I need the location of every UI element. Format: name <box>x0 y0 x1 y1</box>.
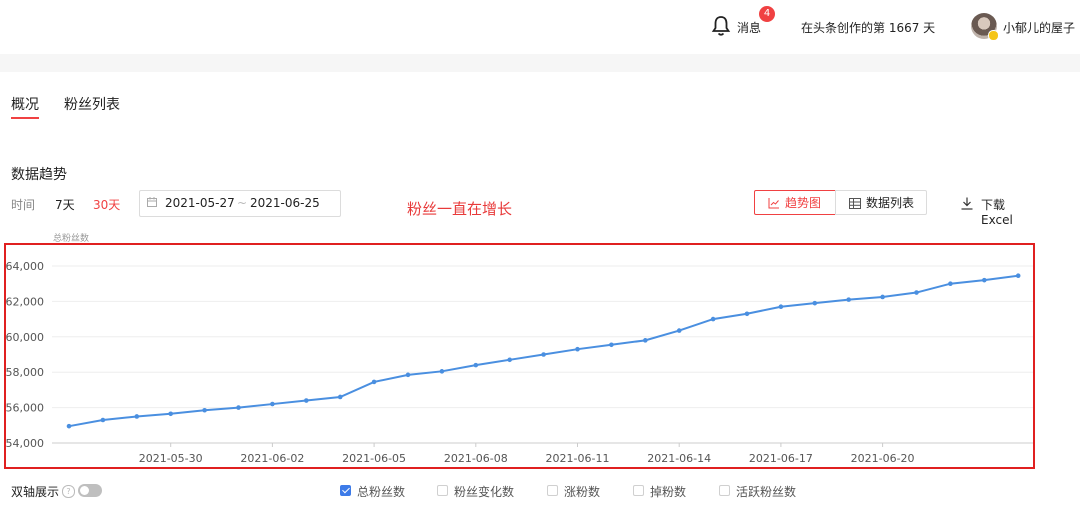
date-range-picker[interactable]: 2021-05-27 ~ 2021-06-25 <box>139 190 341 217</box>
range-7-days[interactable]: 7天 <box>55 196 75 213</box>
metric-checkbox-lost-fans[interactable] <box>633 485 644 496</box>
data-list-label: 数据列表 <box>866 196 915 210</box>
tab-fan-list[interactable]: 粉丝列表 <box>64 94 120 114</box>
header-divider <box>0 54 1080 72</box>
trend-chart-label: 趋势图 <box>785 196 822 210</box>
date-start: 2021-05-27 <box>165 196 235 210</box>
line-chart-icon <box>768 198 779 209</box>
tab-overview[interactable]: 概况 <box>11 94 39 114</box>
range-30-days[interactable]: 30天 <box>93 196 120 213</box>
calendar-icon <box>147 197 157 207</box>
bell-icon[interactable] <box>711 15 731 37</box>
annotation-text: 粉丝一直在增长 <box>407 200 513 218</box>
metric-checkbox-active-fans[interactable] <box>719 485 730 496</box>
download-icon <box>961 197 973 210</box>
metric-label-new-fans[interactable]: 涨粉数 <box>564 483 600 500</box>
messages-link[interactable]: 消息 <box>737 19 761 36</box>
highlight-frame <box>4 243 1035 469</box>
active-tab-indicator <box>11 117 39 119</box>
dual-axis-label: 双轴展示 <box>11 485 60 499</box>
message-count-badge: 4 <box>759 6 775 22</box>
table-icon <box>849 198 861 209</box>
creation-days-text: 在头条创作的第 1667 天 <box>801 21 936 35</box>
metric-checkbox-new-fans[interactable] <box>547 485 558 496</box>
metric-checkbox-total-fans[interactable] <box>340 485 351 496</box>
trend-chart-button[interactable]: 趋势图 <box>754 190 836 215</box>
username[interactable]: 小郁儿的屋子 <box>1003 19 1075 36</box>
metric-label-active-fans[interactable]: 活跃粉丝数 <box>736 483 796 500</box>
metric-checkbox-fan-change[interactable] <box>437 485 448 496</box>
help-icon[interactable]: ? <box>62 485 75 498</box>
top-bar: 消息 4 在头条创作的第 1667 天 小郁儿的屋子 <box>0 0 1080 54</box>
metric-label-fan-change[interactable]: 粉丝变化数 <box>454 483 514 500</box>
time-label: 时间 <box>11 198 36 212</box>
metric-label-total-fans[interactable]: 总粉丝数 <box>357 483 405 500</box>
download-excel-label: 下载Excel <box>981 198 1013 227</box>
metric-label-lost-fans[interactable]: 掉粉数 <box>650 483 686 500</box>
data-list-button[interactable]: 数据列表 <box>835 190 927 215</box>
date-separator: ~ <box>237 196 248 210</box>
section-title: 数据趋势 <box>11 167 67 183</box>
verified-badge-icon <box>988 30 999 41</box>
date-end: 2021-06-25 <box>250 196 320 210</box>
dual-axis-toggle[interactable] <box>78 484 102 497</box>
